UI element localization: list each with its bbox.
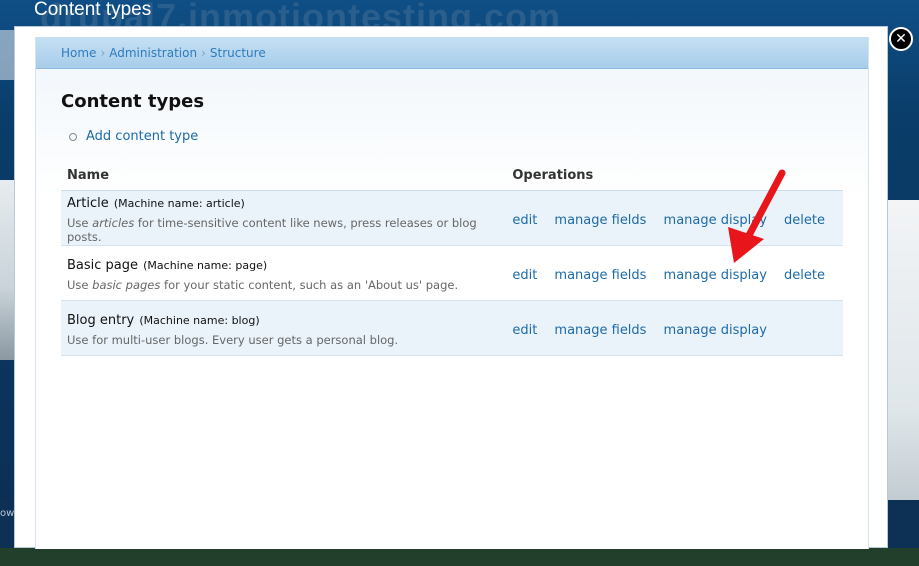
machine-name: (Machine name: article) xyxy=(113,197,245,210)
breadcrumb: Home › Administration › Structure xyxy=(36,37,868,69)
description-text: Use xyxy=(67,278,93,292)
close-button[interactable]: ✕ xyxy=(889,27,913,51)
table-cell-operations: edit manage fields manage display xyxy=(506,300,843,356)
breadcrumb-home[interactable]: Home xyxy=(61,46,96,60)
close-icon: ✕ xyxy=(895,31,907,47)
page-title: Content types xyxy=(61,91,205,112)
table-cell-operations: edit manage fields manage display delete xyxy=(506,245,843,301)
background-bottom-line xyxy=(0,548,919,566)
background-image-right xyxy=(887,200,919,500)
background-image-left xyxy=(0,180,14,360)
breadcrumb-administration[interactable]: Administration xyxy=(109,46,197,60)
edit-link[interactable]: edit xyxy=(512,323,537,338)
description-text: for your static content, such as an 'Abo… xyxy=(160,278,459,292)
table-cell-name: Blog entry (Machine name: blog) Use for … xyxy=(61,300,507,356)
overlay-content: Home › Administration › Structure Conten… xyxy=(35,37,869,549)
action-links: Add content type xyxy=(69,129,198,144)
content-type-name: Basic page xyxy=(67,258,139,273)
overlay-title: Content types xyxy=(34,0,152,20)
manage-fields-link[interactable]: manage fields xyxy=(554,323,646,338)
overlay-modal: Home › Administration › Structure Conten… xyxy=(14,26,888,549)
column-header-name: Name xyxy=(61,160,507,191)
arrow-annotation xyxy=(728,169,786,263)
breadcrumb-separator: › xyxy=(100,45,106,60)
content-type-description: Use basic pages for your static content,… xyxy=(67,278,500,292)
description-text: Use for multi-user blogs. Every user get… xyxy=(67,333,399,347)
manage-fields-link[interactable]: manage fields xyxy=(554,268,646,283)
manage-fields-link[interactable]: manage fields xyxy=(554,213,646,228)
description-emphasis: articles xyxy=(92,216,135,230)
add-content-type-link[interactable]: Add content type xyxy=(86,129,198,144)
table-row: Blog entry (Machine name: blog) Use for … xyxy=(61,300,843,356)
edit-link[interactable]: edit xyxy=(512,213,537,228)
machine-name: (Machine name: blog) xyxy=(139,314,260,327)
description-text: Use xyxy=(67,216,93,230)
delete-link[interactable]: delete xyxy=(784,268,825,283)
background-image-left-top xyxy=(0,30,14,80)
content-type-name: Blog entry xyxy=(67,313,135,328)
delete-link[interactable]: delete xyxy=(784,213,825,228)
table-cell-name: Basic page (Machine name: page) Use basi… xyxy=(61,245,507,301)
column-header-operations: Operations xyxy=(506,160,843,191)
breadcrumb-separator: › xyxy=(201,45,206,60)
table-cell-name: Article (Machine name: article) Use arti… xyxy=(61,190,507,246)
manage-display-link[interactable]: manage display xyxy=(664,268,767,283)
bullet-icon xyxy=(69,132,77,141)
content-type-description: Use articles for time-sensitive content … xyxy=(67,216,500,244)
machine-name: (Machine name: page) xyxy=(143,259,268,272)
breadcrumb-structure[interactable]: Structure xyxy=(210,46,266,60)
edit-link[interactable]: edit xyxy=(512,268,537,283)
background-footer-text: ow xyxy=(0,508,15,519)
description-emphasis: basic pages xyxy=(92,278,161,292)
content-type-description: Use for multi-user blogs. Every user get… xyxy=(67,333,500,347)
content-type-name: Article xyxy=(67,196,109,211)
table-cell-operations: edit manage fields manage display delete xyxy=(506,190,843,246)
manage-display-link[interactable]: manage display xyxy=(664,323,767,338)
